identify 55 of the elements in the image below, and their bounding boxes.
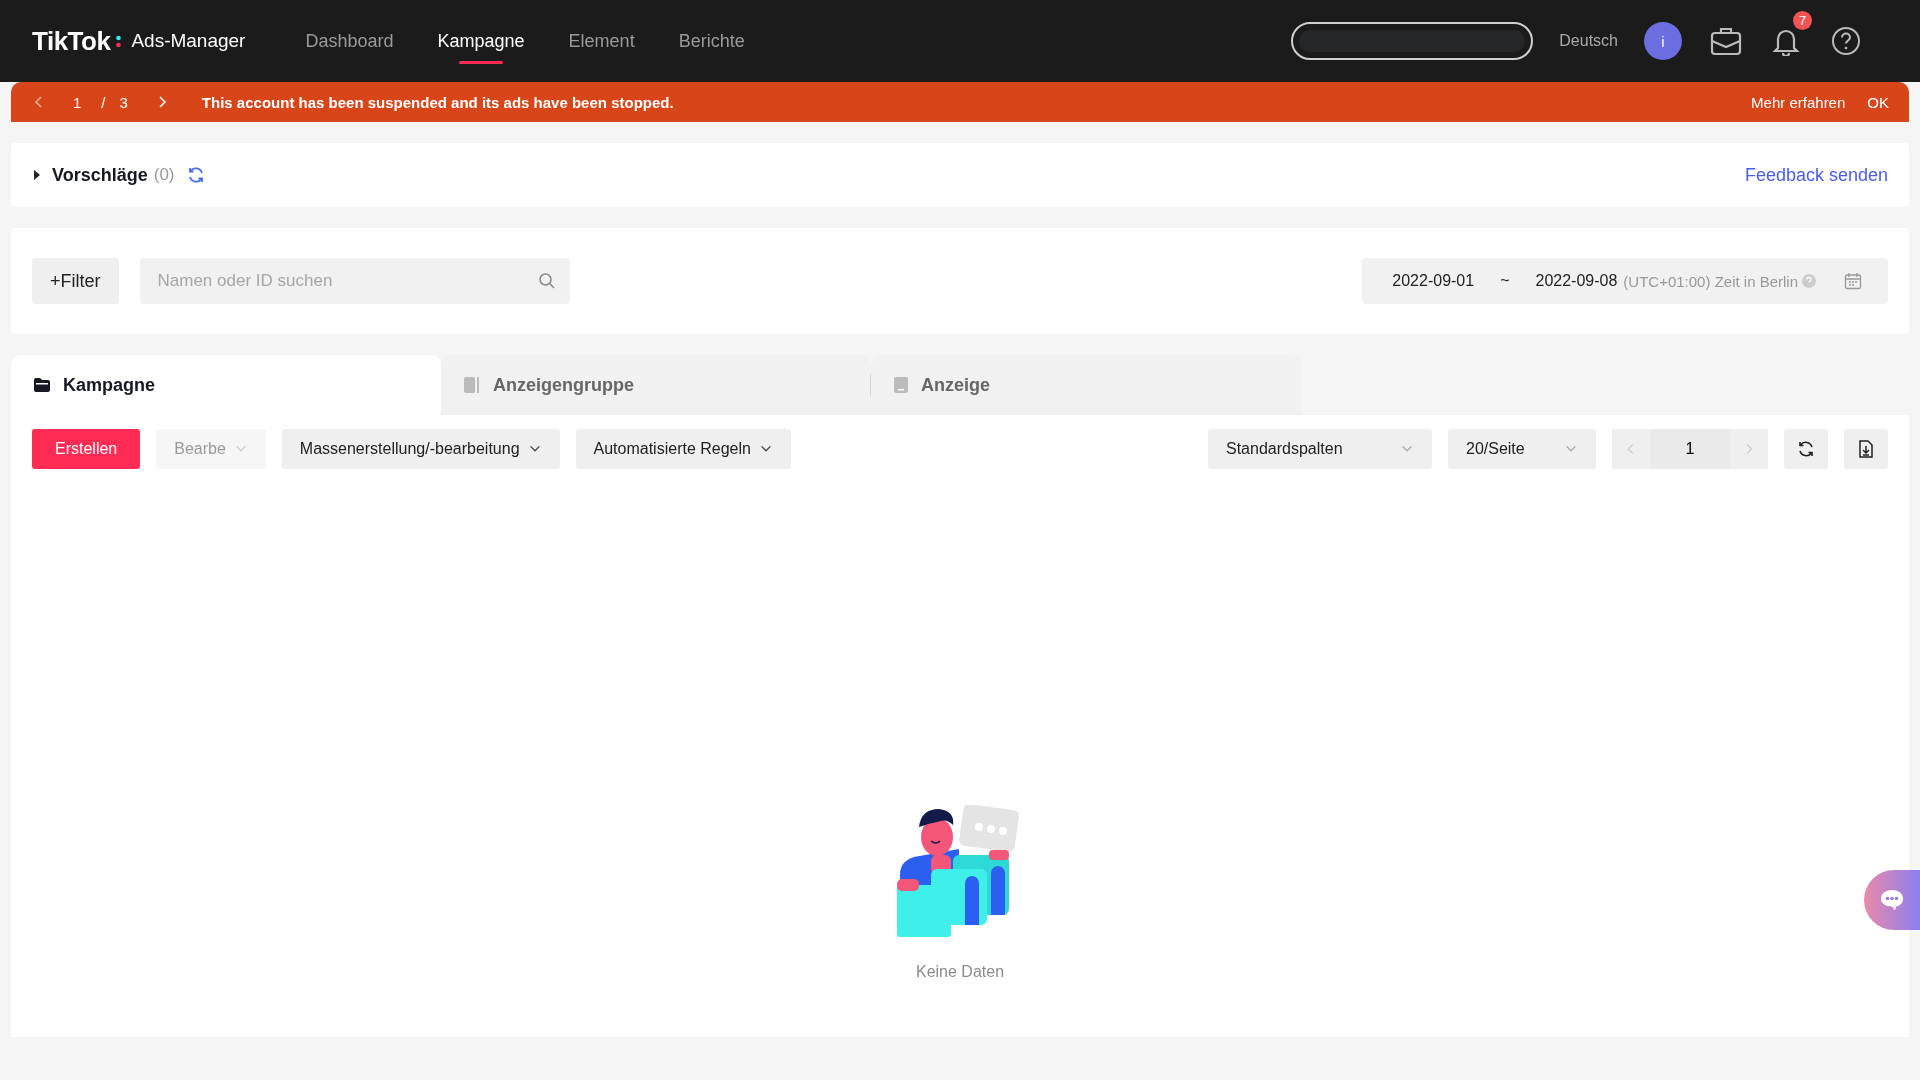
ok-link[interactable]: OK: [1867, 93, 1889, 111]
caret-right-icon[interactable]: [32, 169, 42, 181]
feedback-link[interactable]: Feedback senden: [1744, 164, 1888, 186]
language-selector[interactable]: Deutsch: [1559, 32, 1618, 50]
chat-bubble-icon: [1879, 888, 1905, 912]
page-number: 1: [73, 93, 82, 111]
tab-label: Anzeigengruppe: [493, 374, 634, 396]
page-total: 3: [119, 93, 128, 111]
document-icon: [893, 376, 909, 394]
columns-dropdown[interactable]: Standardspalten: [1208, 429, 1432, 469]
briefcase-icon[interactable]: [1710, 26, 1742, 56]
avatar[interactable]: i: [1644, 22, 1682, 60]
date-range-picker[interactable]: 2022-09-01 ~ 2022-09-08 (UTC+01:00) Zeit in Berlin: [1362, 258, 1888, 304]
search-icon: [537, 272, 556, 290]
dropdown-button[interactable]: Massenerstellung/-bearbeitung: [281, 429, 560, 469]
dropdown-button[interactable]: Automatisierte Regeln: [575, 429, 791, 469]
download-button[interactable]: [1844, 429, 1888, 469]
refresh-icon[interactable]: [186, 166, 205, 184]
tab-label: Anzeige: [921, 374, 990, 396]
help-icon[interactable]: [1831, 26, 1861, 56]
page-number-field[interactable]: 1: [1650, 429, 1730, 469]
tab-label: Kampagne: [63, 374, 156, 396]
calendar-icon: [1844, 272, 1862, 290]
learn-more-link[interactable]: Mehr erfahren: [1751, 93, 1846, 111]
suggestions-count: (0): [153, 165, 175, 185]
end-date: 2022-09-08: [1535, 272, 1618, 290]
tab[interactable]: Kampagne: [11, 355, 441, 415]
nav-tab[interactable]: Kampagne: [437, 20, 525, 62]
tab[interactable]: Anzeige: [871, 355, 1301, 415]
alert-message: This account has been suspended and its ads have been stopped.: [201, 93, 674, 111]
notification-badge: 7: [1793, 11, 1812, 30]
input-field[interactable]: [1291, 22, 1534, 60]
search-field[interactable]: Namen oder ID suchen: [139, 258, 570, 304]
suggestions-title: Vorschläge: [52, 164, 148, 186]
tab[interactable]: Anzeigengruppe: [441, 355, 871, 415]
logo-text: TikTok: [32, 25, 111, 57]
product-name: Ads-Manager: [131, 30, 246, 52]
page-separator: /: [101, 93, 106, 111]
download-icon: [1858, 440, 1874, 458]
refresh-button[interactable]: [1784, 429, 1828, 469]
date-separator: ~: [1500, 272, 1510, 290]
document-icon: [463, 376, 481, 394]
start-date: 2022-09-01: [1392, 272, 1475, 290]
nav-tab[interactable]: Dashboard: [305, 20, 394, 62]
logo-dots-icon: [116, 33, 122, 49]
filter-button[interactable]: +Filter: [32, 258, 119, 304]
page-size-dropdown[interactable]: 20/Seite: [1448, 429, 1596, 469]
folder-icon: [33, 377, 51, 393]
empty-state-text: Keine Daten: [915, 963, 1005, 981]
help-icon: [1802, 274, 1816, 288]
create-button[interactable]: Erstellen: [32, 429, 141, 469]
nav-tab[interactable]: Berichte: [678, 20, 745, 62]
refresh-icon: [1797, 440, 1815, 458]
timezone-label: (UTC+01:00) Zeit in Berlin: [1623, 272, 1798, 290]
nav-tab[interactable]: Element: [568, 20, 635, 62]
